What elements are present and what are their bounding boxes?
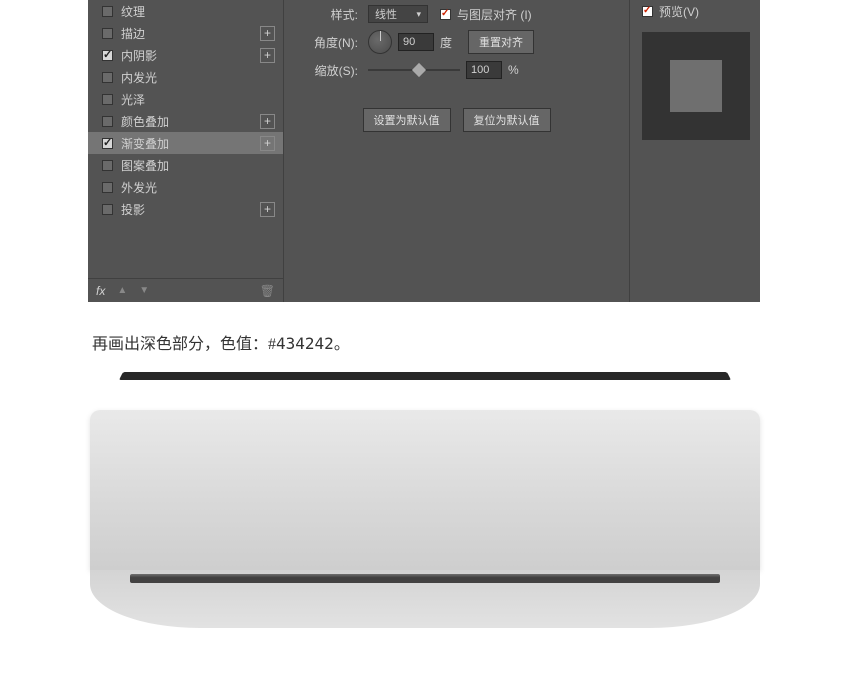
style-label: 内发光 [121,69,157,86]
checkbox-satin[interactable] [102,94,113,105]
scale-label: 缩放(S): [300,62,358,79]
style-row-outer-glow[interactable]: 外发光 [88,176,283,198]
preview-swatch [642,32,750,140]
angle-unit: 度 [440,34,452,51]
add-icon[interactable]: + [260,202,275,217]
checkbox-stroke[interactable] [102,28,113,39]
ac-vent-slot [130,574,720,583]
add-icon[interactable]: + [260,114,275,129]
add-icon[interactable]: + [260,48,275,63]
default-buttons-row: 设置为默认值 复位为默认值 [300,108,613,132]
style-label: 光泽 [121,91,145,108]
style-row-texture[interactable]: 纹理 [88,0,283,22]
style-label: 图案叠加 [121,157,169,174]
align-layer-label: 与图层对齐 (I) [457,6,532,23]
style-row-pattern-overlay[interactable]: 图案叠加 [88,154,283,176]
checkbox-inner-shadow[interactable] [102,50,113,61]
ac-body [90,410,760,570]
add-icon[interactable]: + [260,26,275,41]
checkbox-inner-glow[interactable] [102,72,113,83]
scale-unit: % [508,63,519,77]
reset-align-button[interactable]: 重置对齐 [468,30,534,54]
checkbox-pattern-overlay[interactable] [102,160,113,171]
ac-illustration [89,410,761,670]
checkbox-color-overlay[interactable] [102,116,113,127]
preview-swatch-inner [670,60,722,112]
angle-row: 角度(N): 度 重置对齐 [300,28,613,56]
style-row-satin[interactable]: 光泽 [88,88,283,110]
preview-toggle-row: 预览(V) [642,0,748,22]
scale-input[interactable] [466,61,502,79]
style-label: 投影 [121,201,145,218]
slider-thumb-icon[interactable] [412,63,426,77]
checkbox-preview[interactable] [642,6,653,17]
preview-label: 预览(V) [659,3,699,20]
angle-knob[interactable] [368,30,392,54]
color-code: 434242 [276,334,334,353]
styles-list-panel: 纹理 描边 + 内阴影 + 内发光 光泽 颜色叠加 + 渐变叠加 + [88,0,283,302]
add-icon[interactable]: + [260,136,275,151]
dropdown-value: 线性 [375,6,397,22]
scale-slider[interactable] [368,69,460,71]
styles-footer: fx ▲ ▼ 🗑 [88,278,283,302]
checkbox-drop-shadow[interactable] [102,204,113,215]
style-type-label: 样式: [300,6,358,23]
style-row-inner-glow[interactable]: 内发光 [88,66,283,88]
style-label: 纹理 [121,3,145,20]
angle-label: 角度(N): [300,34,358,51]
layer-style-dialog: 纹理 描边 + 内阴影 + 内发光 光泽 颜色叠加 + 渐变叠加 + [88,0,760,302]
checkbox-align-layer[interactable] [440,9,451,20]
style-label: 颜色叠加 [121,113,169,130]
style-label: 内阴影 [121,47,157,64]
angle-input[interactable] [398,33,434,51]
fx-icon[interactable]: fx [96,284,105,298]
ac-bottom [90,570,760,628]
preview-panel: 预览(V) [630,0,760,302]
style-row-stroke[interactable]: 描边 + [88,22,283,44]
article-instruction: 再画出深色部分，色值：#434242。 [92,330,850,354]
text-prefix: 再画出深色部分，色值：# [92,336,276,353]
dark-bar-shape [119,372,731,380]
style-row-gradient-overlay[interactable]: 渐变叠加 + [88,132,283,154]
restore-default-button[interactable]: 复位为默认值 [463,108,551,132]
checkbox-outer-glow[interactable] [102,182,113,193]
checkbox-texture[interactable] [102,6,113,17]
style-row-inner-shadow[interactable]: 内阴影 + [88,44,283,66]
arrow-up-icon[interactable]: ▲ [117,285,127,296]
style-label: 外发光 [121,179,157,196]
scale-row: 缩放(S): % [300,56,613,84]
style-type-dropdown[interactable]: 线性 [368,5,428,23]
set-default-button[interactable]: 设置为默认值 [363,108,451,132]
arrow-down-icon[interactable]: ▼ [139,285,149,296]
style-type-row: 样式: 线性 与图层对齐 (I) [300,0,613,28]
style-row-color-overlay[interactable]: 颜色叠加 + [88,110,283,132]
trash-icon[interactable]: 🗑 [260,284,275,298]
style-label: 描边 [121,25,145,42]
style-row-drop-shadow[interactable]: 投影 + [88,198,283,220]
style-label: 渐变叠加 [121,135,169,152]
checkbox-gradient-overlay[interactable] [102,138,113,149]
text-suffix: 。 [334,336,350,353]
gradient-settings-panel: 样式: 线性 与图层对齐 (I) 角度(N): 度 重置对齐 缩放(S): % … [283,0,630,302]
